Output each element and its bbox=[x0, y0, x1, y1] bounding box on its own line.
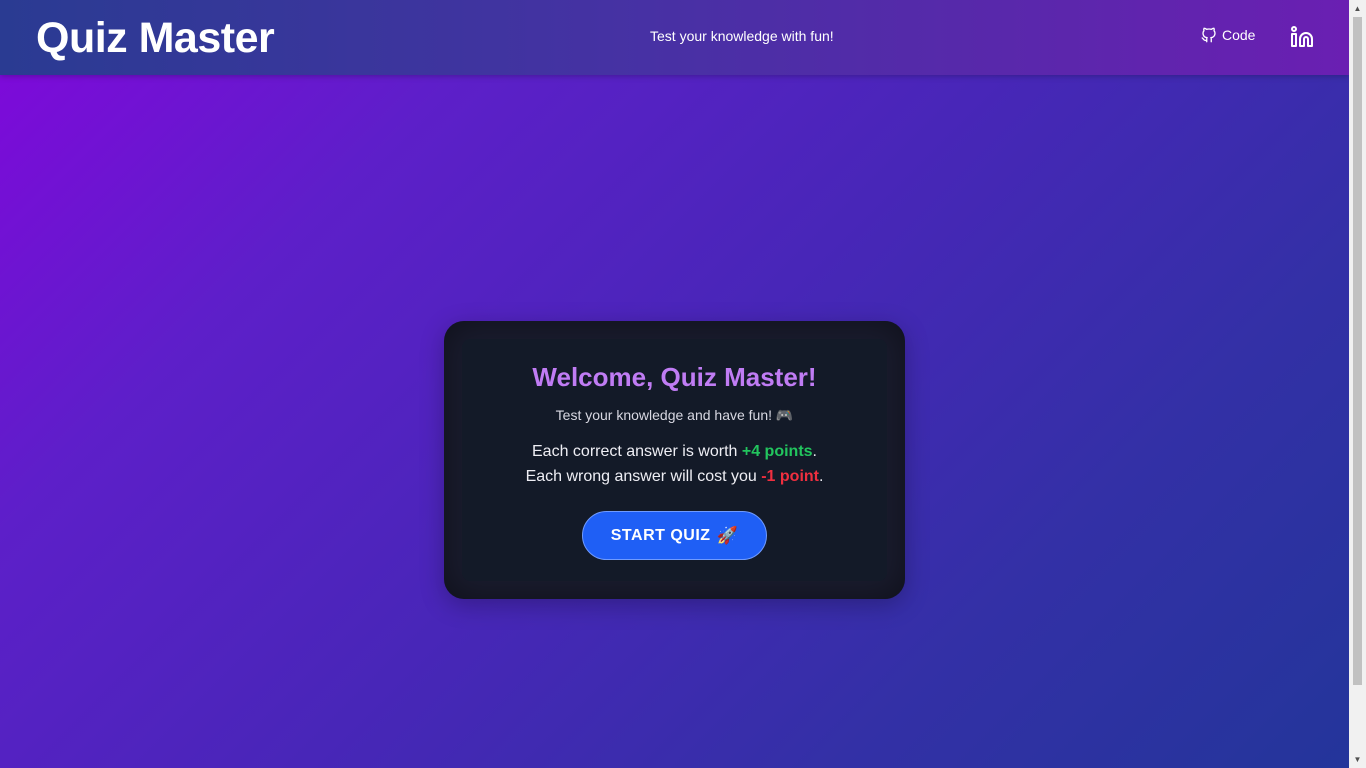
start-quiz-button[interactable]: START QUIZ 🚀 bbox=[582, 511, 767, 560]
rule-wrong-period: . bbox=[818, 468, 824, 485]
top-navigation-bar: Quiz Master Test your knowledge with fun… bbox=[0, 0, 1349, 75]
vertical-scrollbar[interactable]: ▲ ▼ bbox=[1349, 0, 1366, 768]
points-positive: +4 points bbox=[741, 443, 813, 460]
code-link[interactable]: Code bbox=[1200, 25, 1255, 45]
welcome-title: Welcome, Quiz Master! bbox=[532, 362, 817, 392]
scroll-up-arrow-icon[interactable]: ▲ bbox=[1349, 0, 1366, 17]
rule-correct-answer: Each correct answer is worth +4 points. bbox=[444, 442, 905, 462]
linkedin-icon bbox=[1291, 26, 1313, 47]
rule-wrong-answer: Each wrong answer will cost you -1 point… bbox=[444, 467, 905, 487]
welcome-card: Welcome, Quiz Master! Test your knowledg… bbox=[444, 321, 905, 599]
header-tagline: Test your knowledge with fun! bbox=[650, 28, 834, 44]
scrollbar-thumb[interactable] bbox=[1353, 17, 1362, 685]
rule-correct-period: . bbox=[812, 443, 817, 460]
github-icon bbox=[1201, 27, 1216, 43]
welcome-subtitle: Test your knowledge and have fun! 🎮 bbox=[555, 407, 794, 423]
linkedin-link[interactable] bbox=[1290, 25, 1314, 49]
scroll-down-arrow-icon[interactable]: ▼ bbox=[1349, 751, 1366, 768]
start-quiz-label: START QUIZ bbox=[610, 526, 711, 544]
rule-correct-text: Each correct answer is worth bbox=[532, 443, 742, 460]
rocket-icon: 🚀 bbox=[716, 525, 739, 545]
code-link-label: Code bbox=[1222, 27, 1256, 43]
rule-wrong-text: Each wrong answer will cost you bbox=[525, 468, 762, 485]
points-negative: -1 point bbox=[761, 468, 819, 485]
brand-logo-text[interactable]: Quiz Master bbox=[36, 12, 275, 64]
